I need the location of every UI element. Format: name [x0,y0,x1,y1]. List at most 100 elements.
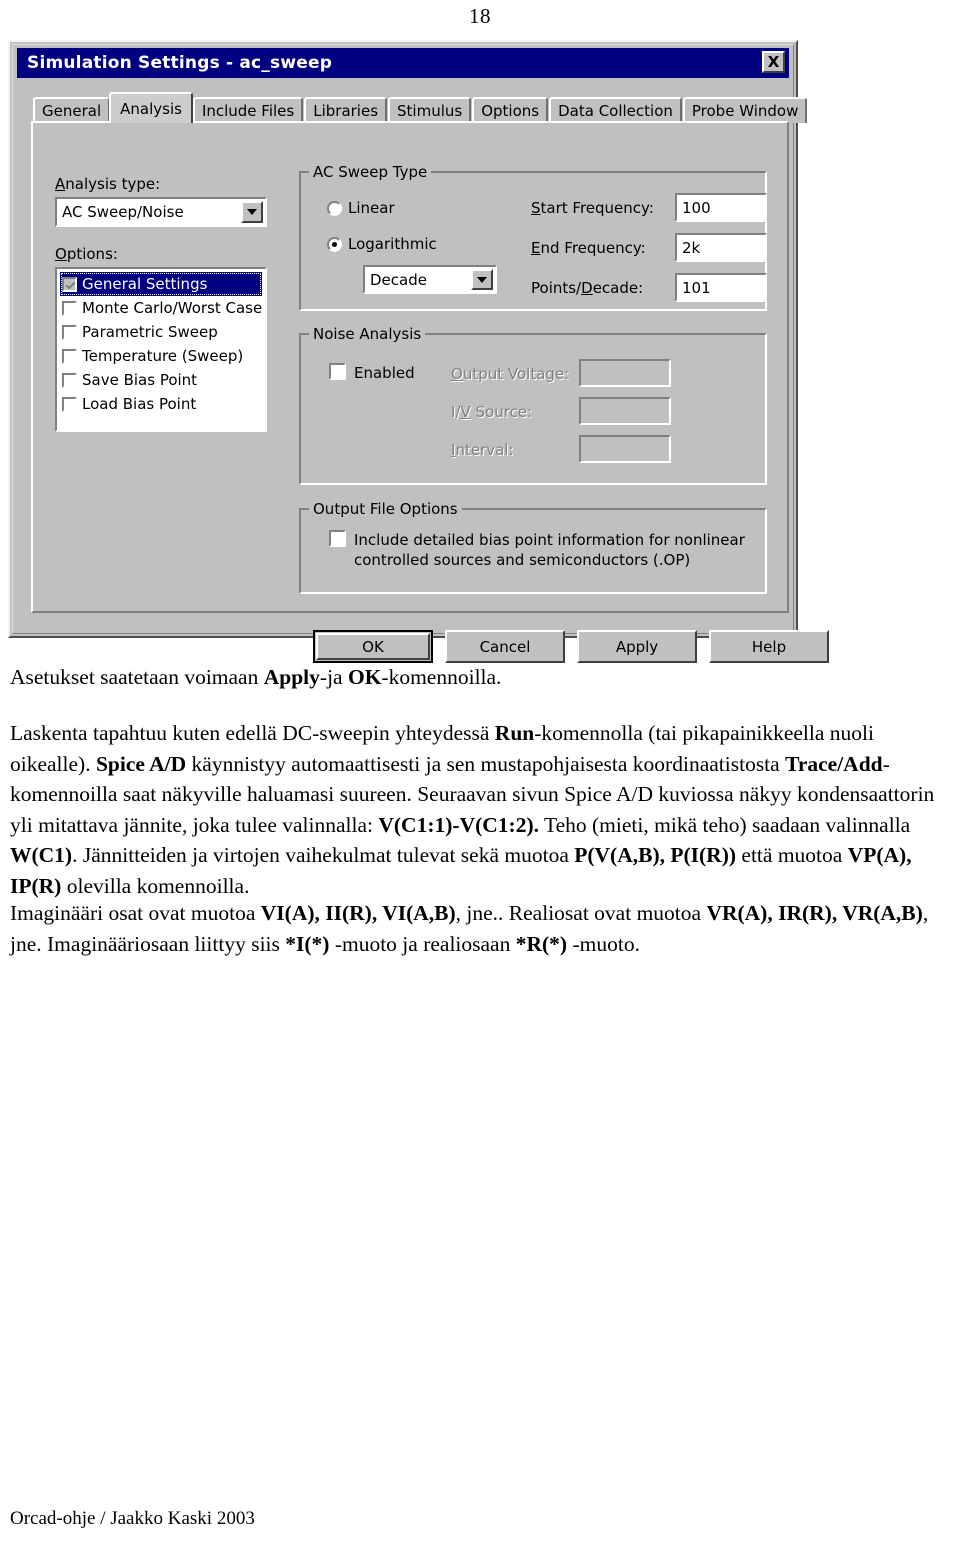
list-item[interactable]: Load Bias Point [60,392,262,416]
help-button[interactable]: Help [709,630,829,663]
checkbox-icon[interactable] [329,530,346,547]
p3-bold-star-r: *R(*) [515,931,568,956]
checkbox-icon[interactable] [329,363,346,380]
p1-bold-apply: Apply [263,665,320,689]
list-item[interactable]: Save Bias Point [60,368,262,392]
points-per-decade-label: Points/Decade: [531,279,644,297]
p2-text-h: että muotoa [736,843,848,868]
p3-bold-imag: VI(A), II(R), VI(A,B) [260,901,456,925]
noise-enabled-checkbox[interactable]: Enabled [329,363,415,383]
p2-bold-w-c1: W(C1) [10,843,73,868]
noise-analysis-group: Noise Analysis Enabled Output Voltage: I… [299,325,767,485]
analysis-type-combobox[interactable]: AC Sweep/Noise [55,197,267,227]
paragraph-1: Asetukset saatetaan voimaan Apply-ja OK-… [10,662,952,693]
tab-analysis[interactable]: Analysis [109,92,193,123]
list-item[interactable]: General Settings [60,272,262,296]
page-footer: Orcad-ohje / Jaakko Kaski 2003 [10,1508,255,1529]
list-item[interactable]: Monte Carlo/Worst Case [60,296,262,320]
checkbox-icon[interactable] [62,324,77,340]
checkbox-icon[interactable] [62,372,77,388]
tab-options[interactable]: Options [472,97,549,123]
p3-bold-real: VR(A), IR(R), VR(A,B) [706,901,923,925]
checkbox-icon[interactable] [62,276,77,292]
iv-source-input[interactable] [579,397,671,425]
end-frequency-input[interactable]: 2k [675,233,767,262]
output-voltage-input[interactable] [579,359,671,387]
include-bias-point-label: Include detailed bias point information … [354,530,745,571]
tab-stimulus[interactable]: Stimulus [388,97,472,123]
analysis-type-value: AC Sweep/Noise [62,203,184,221]
tab-libraries[interactable]: Libraries [304,97,388,123]
tab-general[interactable]: General [33,97,111,123]
output-file-options-legend: Output File Options [309,500,462,518]
close-icon[interactable]: X [762,51,785,73]
list-item-label: Monte Carlo/Worst Case [82,299,263,317]
include-bias-point-checkbox[interactable]: Include detailed bias point information … [329,530,749,571]
cancel-button[interactable]: Cancel [445,630,565,663]
tab-data-collection[interactable]: Data Collection [549,97,682,123]
analysis-type-label: Analysis type: [55,175,161,193]
radio-linear[interactable]: Linear [327,199,395,217]
paragraph-3: Imaginääri osat ovat muotoa VI(A), II(R)… [10,898,952,959]
p1-text-a: Asetukset saatetaan voimaan [10,665,264,689]
radio-logarithmic[interactable]: Logarithmic [327,235,437,253]
checkbox-icon[interactable] [62,396,77,412]
list-item-label: Save Bias Point [82,371,198,389]
end-frequency-label: End Frequency: [531,239,646,257]
ok-button[interactable]: OK [313,630,433,663]
paragraph-2: Laskenta tapahtuu kuten edellä DC-sweepi… [10,718,952,901]
p2-bold-trace-add: Trace/Add [785,751,883,776]
list-item-label: Parametric Sweep [82,323,218,341]
dialog-button-row: OK Cancel Apply Help [313,630,829,663]
noise-enabled-label: Enabled [354,364,415,382]
tab-strip: General Analysis Include Files Libraries… [33,92,808,123]
radio-icon[interactable] [327,200,342,216]
dialog-inner-frame: Simulation Settings - ac_sweep X General… [12,44,829,663]
p2-text-a: Laskenta tapahtuu kuten edellä DC-sweepi… [10,721,495,745]
p3-text-a: Imaginääri osat ovat muotoa [10,901,261,925]
p3-text-c: , jne.. Realiosat ovat muotoa [455,901,707,925]
p2-bold-v-c1: V(C1:1)-V(C1:2). [378,812,539,837]
radio-logarithmic-label: Logarithmic [348,235,437,253]
dialog-title: Simulation Settings - ac_sweep [27,53,333,73]
p2-text-g: . Jännitteiden ja virtojen vaihekulmat t… [72,843,575,868]
include-bias-point-line1: Include detailed bias point information … [354,531,745,549]
iv-source-label: I/V Source: [451,403,533,421]
chevron-down-icon[interactable] [241,201,263,223]
radio-linear-label: Linear [348,199,395,217]
list-item-label: Load Bias Point [82,395,197,413]
p3-text-e: -muoto ja realiosaan [329,931,516,956]
apply-button-label: Apply [615,637,659,656]
simulation-settings-dialog: Simulation Settings - ac_sweep X General… [8,40,829,663]
output-voltage-label: Output Voltage: [451,365,570,383]
interval-label: Interval: [451,441,514,459]
page-number: 18 [469,4,491,28]
list-item[interactable]: Parametric Sweep [60,320,262,344]
start-frequency-label: Start Frequency: [531,199,654,217]
list-item-label: Temperature (Sweep) [82,347,244,365]
interval-input[interactable] [579,435,671,463]
p3-text-f: -muoto. [567,931,640,956]
p1-bold-ok: OK [347,665,382,689]
apply-button[interactable]: Apply [577,630,697,663]
list-item-label: General Settings [82,275,208,293]
options-listbox[interactable]: General Settings Monte Carlo/Worst Case … [55,267,267,432]
p2-text-i: olevilla komennoilla. [61,873,250,898]
log-scale-combobox[interactable]: Decade [363,265,497,294]
log-scale-value: Decade [370,270,427,289]
radio-icon[interactable] [327,236,342,252]
dialog-title-bar[interactable]: Simulation Settings - ac_sweep X [17,48,789,78]
tab-include-files[interactable]: Include Files [192,97,304,123]
list-item[interactable]: Temperature (Sweep) [60,344,262,368]
p2-text-f: Teho (mieti, mikä teho) saadaan valinnal… [538,812,911,837]
p3-bold-star-i: *I(*) [285,931,330,956]
analysis-tab-panel: Analysis type: AC Sweep/Noise Options: G… [31,121,789,613]
points-per-decade-input[interactable]: 101 [675,273,767,302]
chevron-down-icon[interactable] [471,269,493,290]
start-frequency-input[interactable]: 100 [675,193,767,222]
checkbox-icon[interactable] [62,300,77,316]
checkbox-icon[interactable] [62,348,77,364]
tab-probe-window[interactable]: Probe Window [682,97,808,123]
options-label: Options: [55,245,118,263]
p2-bold-spice-ad: Spice A/D [95,751,187,776]
